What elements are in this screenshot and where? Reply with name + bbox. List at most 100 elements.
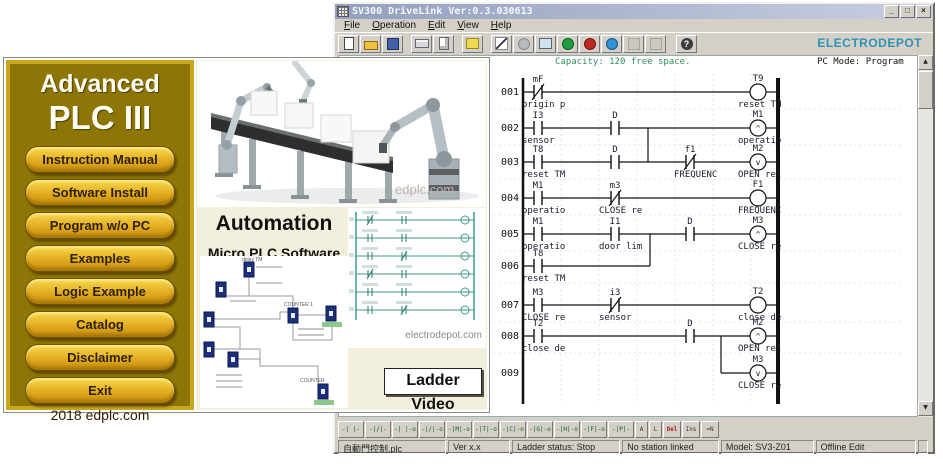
titlebar[interactable]: SV300 DriveLink Ver:0.3.030613 _ □ × xyxy=(335,4,933,19)
ladder-tool-[interactable]: -| |- xyxy=(338,421,364,438)
promo-title-line2: PLC III xyxy=(49,99,152,137)
disabled-button-2[interactable] xyxy=(645,35,666,53)
ladder-tool-mo[interactable]: -|M|-o xyxy=(446,421,472,438)
svg-text:I1: I1 xyxy=(610,217,621,227)
svg-text:M2: M2 xyxy=(753,144,764,154)
ladder-tool-a[interactable]: A xyxy=(635,421,648,438)
menu-help[interactable]: Help xyxy=(485,20,518,31)
wiring-diagram-image: delay TMCOUNTER 1COUNTER xyxy=(200,256,348,408)
promo-button-examples[interactable]: Examples xyxy=(25,245,175,272)
svg-text:CLOSE re: CLOSE re xyxy=(599,206,642,216)
monitor-blue-button[interactable] xyxy=(601,35,622,53)
save-button[interactable] xyxy=(382,35,403,53)
promo-button-exit[interactable]: Exit xyxy=(25,377,175,404)
transfer-button[interactable] xyxy=(535,35,556,53)
svg-text:007: 007 xyxy=(501,300,519,311)
help-button[interactable]: ? xyxy=(676,35,697,53)
svg-text:mF: mF xyxy=(533,75,544,85)
promo-button-program-w-o-pc[interactable]: Program w/o PC xyxy=(25,212,175,239)
ladder-tool-o[interactable]: -| |-o xyxy=(392,421,418,438)
svg-text:FREQUENC: FREQUENC xyxy=(738,206,781,216)
vertical-scrollbar[interactable]: ▲ ▼ xyxy=(918,55,933,417)
svg-text:M1: M1 xyxy=(533,217,544,227)
promo-button-disclaimer[interactable]: Disclaimer xyxy=(25,344,175,371)
svg-text:^: ^ xyxy=(756,230,761,239)
ladder-tool-[interactable]: -|/|- xyxy=(365,421,391,438)
svg-text:001: 001 xyxy=(501,87,519,98)
svg-text:009: 009 xyxy=(501,368,519,379)
promo-window: Advanced PLC III Instruction Manual Softw… xyxy=(3,57,490,413)
minimize-button[interactable]: _ xyxy=(884,5,899,18)
new-icon xyxy=(344,37,354,50)
status-segment-1: Ver x.x xyxy=(448,440,510,454)
scroll-thumb[interactable] xyxy=(918,71,933,109)
statusbar: 自動門控制.plcVer x.xLadder status: StopNo st… xyxy=(338,440,930,454)
ladder-tool-del[interactable]: Del xyxy=(663,421,681,438)
line-tool-button[interactable] xyxy=(491,35,512,53)
ladder-tool-co[interactable]: -|C|-o xyxy=(500,421,526,438)
svg-text:^: ^ xyxy=(756,124,761,133)
open-button[interactable] xyxy=(360,35,381,53)
svg-text:D: D xyxy=(612,111,617,121)
export-button[interactable] xyxy=(462,35,483,53)
stop-red-button[interactable] xyxy=(579,35,600,53)
promo-button-catalog[interactable]: Catalog xyxy=(25,311,175,338)
ladder-video-button[interactable]: Ladder Video xyxy=(384,368,482,395)
ladder-tool-n[interactable]: =N xyxy=(701,421,719,438)
menu-view[interactable]: View xyxy=(451,20,485,31)
scroll-up-button[interactable]: ▲ xyxy=(918,55,933,70)
pc-mode-label: PC Mode: Program xyxy=(817,57,904,67)
preview-button[interactable] xyxy=(433,35,454,53)
print-button[interactable] xyxy=(411,35,432,53)
status-segment-5: Offline Edit xyxy=(816,440,916,454)
stop-gray-button[interactable] xyxy=(513,35,534,53)
ladder-rung-008[interactable]: 008T2close deD^M2OPEN rel xyxy=(501,318,781,373)
svg-text:OPEN rel: OPEN rel xyxy=(738,170,781,180)
ladder-rung-001[interactable]: 001mForigin pT9reset TM xyxy=(501,74,782,110)
svg-text:M1: M1 xyxy=(533,181,544,191)
promo-content: edplc.com Automation Micro PLC Software … xyxy=(196,60,487,410)
svg-text:electrodepot.com: electrodepot.com xyxy=(405,330,482,341)
svg-text:T2: T2 xyxy=(533,319,544,329)
svg-text:CLOSE re: CLOSE re xyxy=(738,381,781,391)
ladder-rung-007[interactable]: 007M3CLOSE rei3sensorT2close de xyxy=(501,287,781,323)
promo-heading: Automation xyxy=(200,212,348,236)
ladder-tool-l[interactable]: L xyxy=(649,421,662,438)
scroll-down-button[interactable]: ▼ xyxy=(918,401,933,416)
ladder-tool-ho[interactable]: -|H|-o xyxy=(554,421,580,438)
ladder-tool-p[interactable]: -|P|- xyxy=(608,421,634,438)
svg-text:CLOSE re: CLOSE re xyxy=(522,313,565,323)
menu-file[interactable]: File xyxy=(338,20,366,31)
svg-text:reset TM: reset TM xyxy=(522,170,566,180)
svg-text:FREQUENC: FREQUENC xyxy=(674,170,717,180)
new-button[interactable] xyxy=(338,35,359,53)
menu-operation[interactable]: Operation xyxy=(366,20,422,31)
status-segment-4: Model: SV3-Z01 xyxy=(721,440,814,454)
svg-text:D: D xyxy=(612,145,617,155)
disabled-button-1[interactable] xyxy=(623,35,644,53)
close-button[interactable]: × xyxy=(916,5,931,18)
ladder-tool-o[interactable]: -|/|-o xyxy=(419,421,445,438)
promo-button-instruction-manual[interactable]: Instruction Manual xyxy=(25,146,175,173)
ladder-rung-003[interactable]: 003T8reset TMDf1FREQUENCvM2OPEN rel xyxy=(501,144,781,180)
screen: SV300 DriveLink Ver:0.3.030613 _ □ × Fil… xyxy=(0,0,943,464)
run-green-icon xyxy=(562,38,574,50)
ladder-rung-005[interactable]: 005M1operatioI1door limD^M3CLOSE re xyxy=(501,216,781,252)
ladder-tool-fo[interactable]: -|F|-o xyxy=(581,421,607,438)
promo-button-logic-example[interactable]: Logic Example xyxy=(25,278,175,305)
promo-button-software-install[interactable]: Software Install xyxy=(25,179,175,206)
ladder-tool-ins[interactable]: Ins xyxy=(682,421,700,438)
ladder-tool-go[interactable]: -|G|-o xyxy=(527,421,553,438)
svg-text:reset TM: reset TM xyxy=(738,100,782,110)
menu-edit[interactable]: Edit xyxy=(422,20,451,31)
svg-text:T9: T9 xyxy=(753,74,764,84)
promo-title-line1: Advanced xyxy=(40,70,159,99)
ladder-tool-to[interactable]: -|T|-o xyxy=(473,421,499,438)
ladder-rung-004[interactable]: 004M1operatiom3CLOSE reF1FREQUENC xyxy=(501,180,781,216)
run-green-button[interactable] xyxy=(557,35,578,53)
maximize-button[interactable]: □ xyxy=(900,5,915,18)
ladder-rung-009[interactable]: 009vM3CLOSE re xyxy=(501,355,781,391)
app-icon xyxy=(337,6,349,17)
promo-footer: 2018 edplc.com xyxy=(51,407,150,423)
stop-red-icon xyxy=(584,38,596,50)
